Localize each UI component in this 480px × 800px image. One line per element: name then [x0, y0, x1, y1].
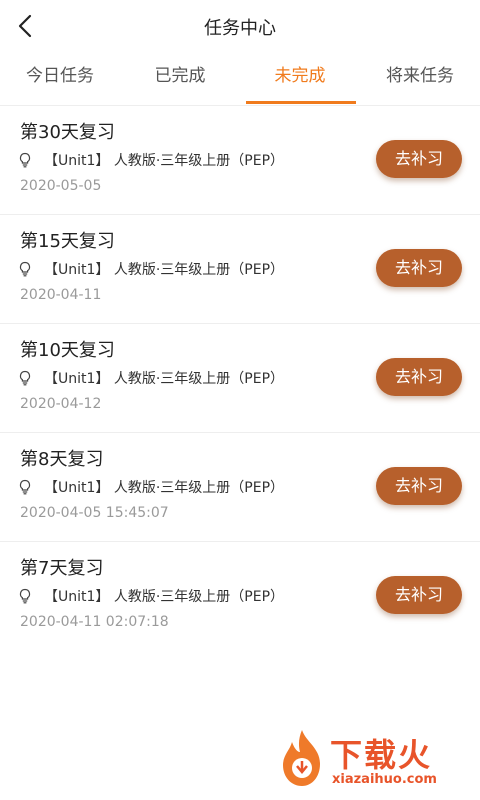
go-review-button[interactable]: 去补习: [376, 140, 462, 178]
go-review-button[interactable]: 去补习: [376, 249, 462, 287]
task-date: 2020-04-05 15:45:07: [20, 505, 169, 521]
task-subtitle: 【Unit1】 人教版·三年级上册（PEP）: [44, 153, 285, 169]
tab-today[interactable]: 今日任务: [0, 52, 120, 106]
task-subtitle-row: 【Unit1】 人教版·三年级上册（PEP）: [18, 259, 284, 279]
task-subtitle: 【Unit1】 人教版·三年级上册（PEP）: [44, 262, 285, 278]
task-item: 第15天复习 【Unit1】 人教版·三年级上册（PEP） 2020-04-11…: [0, 215, 480, 324]
task-item: 第8天复习 【Unit1】 人教版·三年级上册（PEP） 2020-04-05 …: [0, 433, 480, 542]
task-item: 第7天复习 【Unit1】 人教版·三年级上册（PEP） 2020-04-11 …: [0, 542, 480, 651]
task-subtitle: 【Unit1】 人教版·三年级上册（PEP）: [44, 589, 285, 605]
task-date: 2020-04-12: [20, 396, 102, 412]
go-review-button[interactable]: 去补习: [376, 467, 462, 505]
task-title: 第7天复习: [20, 558, 104, 579]
task-subtitle-row: 【Unit1】 人教版·三年级上册（PEP）: [18, 477, 284, 497]
task-date: 2020-05-05: [20, 178, 102, 194]
task-subtitle: 【Unit1】 人教版·三年级上册（PEP）: [44, 480, 285, 496]
task-item: 第30天复习 【Unit1】 人教版·三年级上册（PEP） 2020-05-05…: [0, 106, 480, 215]
task-subtitle: 【Unit1】 人教版·三年级上册（PEP）: [44, 371, 285, 387]
tab-bar: 今日任务 已完成 未完成 将来任务: [0, 52, 480, 106]
task-date: 2020-04-11: [20, 287, 102, 303]
tab-future[interactable]: 将来任务: [360, 52, 480, 106]
active-tab-indicator: [246, 101, 356, 104]
watermark: 下载火 xiazaihuo.com: [272, 728, 472, 794]
task-title: 第30天复习: [20, 122, 115, 143]
lightbulb-icon: [19, 588, 31, 604]
task-title: 第15天复习: [20, 231, 115, 252]
task-date: 2020-04-11 02:07:18: [20, 614, 169, 630]
task-subtitle-row: 【Unit1】 人教版·三年级上册（PEP）: [18, 368, 284, 388]
lightbulb-icon: [19, 261, 31, 277]
watermark-url: xiazaihuo.com: [332, 772, 437, 787]
flame-logo-icon: [283, 730, 320, 786]
task-list: 第30天复习 【Unit1】 人教版·三年级上册（PEP） 2020-05-05…: [0, 106, 480, 651]
header: 任务中心: [0, 0, 480, 52]
lightbulb-icon: [19, 479, 31, 495]
tab-incomplete[interactable]: 未完成: [240, 52, 360, 106]
go-review-button[interactable]: 去补习: [376, 358, 462, 396]
go-review-button[interactable]: 去补习: [376, 576, 462, 614]
task-subtitle-row: 【Unit1】 人教版·三年级上册（PEP）: [18, 150, 284, 170]
page-title: 任务中心: [204, 18, 276, 39]
lightbulb-icon: [19, 152, 31, 168]
task-title: 第10天复习: [20, 340, 115, 361]
lightbulb-icon: [19, 370, 31, 386]
watermark-name: 下载火: [330, 736, 433, 774]
tab-completed[interactable]: 已完成: [120, 52, 240, 106]
task-item: 第10天复习 【Unit1】 人教版·三年级上册（PEP） 2020-04-12…: [0, 324, 480, 433]
task-title: 第8天复习: [20, 449, 104, 470]
task-subtitle-row: 【Unit1】 人教版·三年级上册（PEP）: [18, 586, 284, 606]
